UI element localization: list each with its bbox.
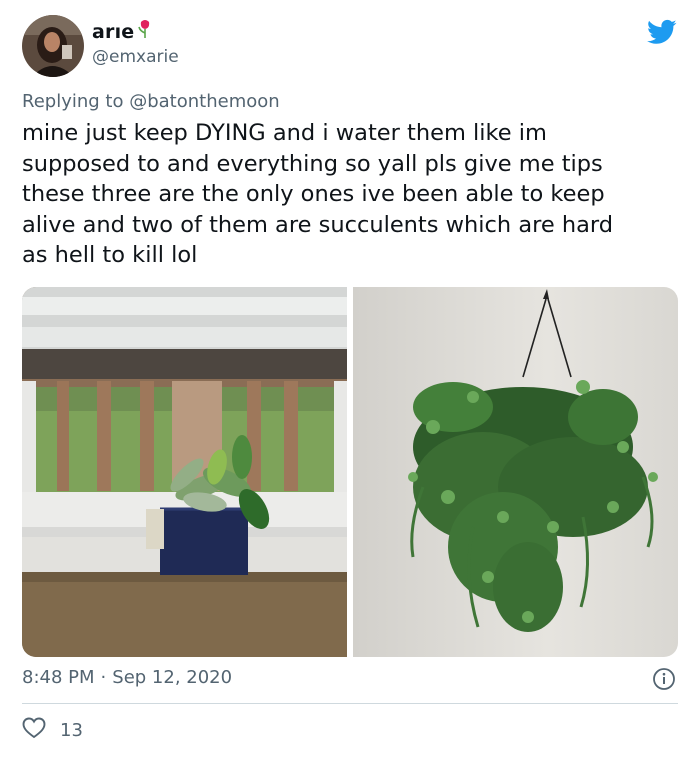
display-name-text: arıe — [92, 20, 135, 43]
tweet-card: arıe @emxarie Replying to @batonthemoon … — [0, 0, 700, 759]
replying-to-label: Replying to — [22, 91, 124, 112]
tweet-timestamp[interactable]: 8:48 PM · Sep 12, 2020 — [22, 667, 232, 688]
divider — [22, 703, 678, 704]
photo-windowsill-plant[interactable] — [22, 287, 347, 657]
rose-emoji-icon — [137, 19, 153, 44]
reply-mention-link[interactable]: @batonthemoon — [129, 91, 279, 112]
tweet-date: Sep 12, 2020 — [112, 667, 233, 688]
timestamp-separator: · — [100, 667, 107, 688]
like-count: 13 — [60, 720, 83, 741]
user-handle[interactable]: @emxarie — [92, 47, 179, 67]
display-name[interactable]: arıe — [92, 19, 153, 44]
photo-hanging-ivy[interactable] — [353, 287, 678, 657]
replying-to-line: Replying to @batonthemoon — [22, 91, 280, 112]
tweet-time: 8:48 PM — [22, 667, 95, 688]
heart-icon — [22, 717, 46, 744]
media-grid — [22, 287, 678, 657]
like-button[interactable]: 13 — [22, 717, 83, 744]
info-icon[interactable] — [652, 667, 676, 691]
tweet-text: mine just keep DYING and i water them li… — [22, 120, 614, 268]
avatar[interactable] — [22, 15, 84, 77]
twitter-bird-icon[interactable] — [647, 17, 677, 47]
